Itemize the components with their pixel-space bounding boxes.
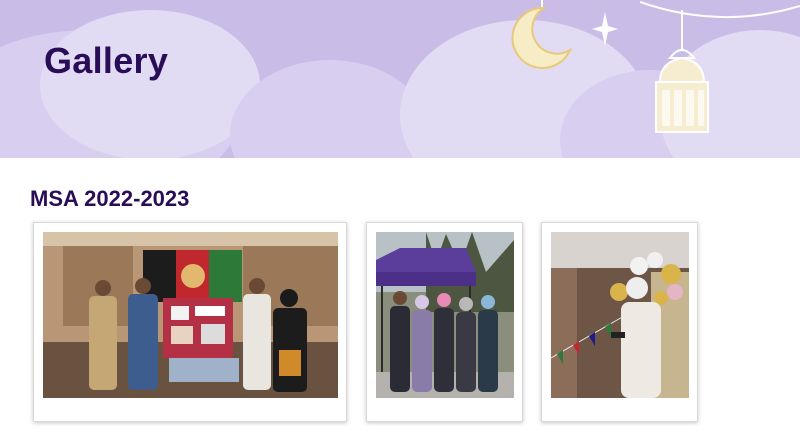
photo-card[interactable] <box>33 222 347 422</box>
cloud-decoration <box>40 10 260 158</box>
photo-card[interactable] <box>541 222 698 422</box>
page-title: Gallery <box>44 40 169 81</box>
gallery-banner: Gallery <box>0 0 800 158</box>
section-title: MSA 2022-2023 <box>30 186 190 211</box>
booth-photo <box>43 232 338 398</box>
photo-card[interactable] <box>366 222 523 422</box>
lantern-icon <box>640 1 800 133</box>
speaker-photo <box>551 232 689 398</box>
crescent-moon-icon <box>511 0 573 69</box>
tent-photo <box>376 232 514 398</box>
sparkle-icon <box>592 12 618 46</box>
